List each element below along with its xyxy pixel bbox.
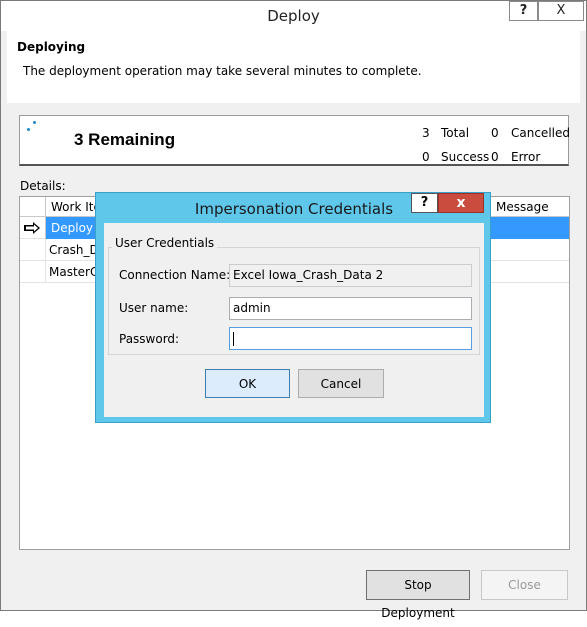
error-label: Error <box>511 150 541 164</box>
row-indicator-cell <box>20 239 46 261</box>
dialog-help-button[interactable]: ? <box>411 193 438 213</box>
connection-name-field: Excel Iowa_Crash_Data 2 <box>229 264 472 287</box>
cancelled-count: 0 <box>491 126 499 140</box>
details-label: Details: <box>20 179 66 193</box>
header-description: The deployment operation may take severa… <box>23 64 422 78</box>
user-credentials-legend: User Credentials <box>112 236 218 250</box>
cancelled-label: Cancelled <box>511 126 570 140</box>
success-count: 0 <box>422 150 430 164</box>
status-panel: 3 Remaining 3 Total 0 Cancelled 0 Succes… <box>19 115 570 166</box>
success-label: Success <box>441 150 490 164</box>
title-bar: Deploy ? X <box>1 1 586 31</box>
progress-spinner-icon <box>26 120 40 134</box>
close-button[interactable]: Close <box>481 570 568 600</box>
total-label: Total <box>441 126 470 140</box>
impersonation-dialog: Impersonation Credentials ? x User Crede… <box>95 192 491 423</box>
column-header-message[interactable]: Message <box>495 197 569 217</box>
username-label: User name: <box>119 301 189 315</box>
dialog-body: User Credentials Connection Name: Excel … <box>104 223 484 417</box>
password-field[interactable] <box>229 327 472 350</box>
current-row-arrow-icon <box>20 217 46 239</box>
username-field[interactable]: admin <box>229 297 472 320</box>
cancel-button[interactable]: Cancel <box>298 369 384 398</box>
connection-name-label: Connection Name: <box>119 268 231 282</box>
remaining-count: 3 Remaining <box>74 130 176 149</box>
ok-button[interactable]: OK <box>205 369 290 398</box>
row-indicator-cell <box>20 261 46 283</box>
error-count: 0 <box>491 150 499 164</box>
total-count: 3 <box>422 126 430 140</box>
close-window-button[interactable]: X <box>538 1 584 21</box>
row-indicator-header <box>20 197 46 217</box>
help-button[interactable]: ? <box>509 1 538 21</box>
stop-deployment-button[interactable]: Stop Deployment <box>366 570 470 620</box>
text-caret <box>233 332 234 346</box>
header-title: Deploying <box>17 40 86 54</box>
header-panel: Deploying The deployment operation may t… <box>7 31 580 103</box>
window-title: Deploy <box>267 7 320 25</box>
dialog-close-button[interactable]: x <box>438 193 484 213</box>
password-label: Password: <box>119 332 180 346</box>
